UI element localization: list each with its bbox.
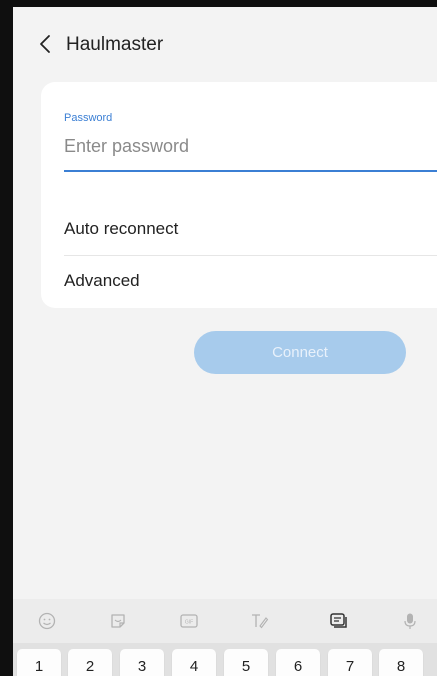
password-underline <box>64 170 437 172</box>
key-2[interactable]: 2 <box>68 649 112 676</box>
auto-reconnect-label: Auto reconnect <box>64 219 179 238</box>
chevron-left-icon <box>40 35 50 53</box>
screen: Haulmaster Password Auto reconnect Advan… <box>13 7 437 676</box>
password-input[interactable] <box>64 130 437 162</box>
connect-button[interactable]: Connect <box>194 331 406 374</box>
keyboard-toolbar: GIF <box>13 599 437 643</box>
svg-text:GIF: GIF <box>185 620 193 626</box>
auto-reconnect-row[interactable]: Auto reconnect <box>64 204 437 254</box>
keyboard-number-row: 1 2 3 4 5 6 7 8 <box>13 643 437 676</box>
gif-icon[interactable]: GIF <box>175 607 203 635</box>
advanced-label: Advanced <box>64 271 140 290</box>
clipboard-icon[interactable] <box>324 607 352 635</box>
key-7[interactable]: 7 <box>328 649 372 676</box>
key-1[interactable]: 1 <box>17 649 61 676</box>
advanced-row[interactable]: Advanced <box>64 256 437 306</box>
sticker-icon[interactable] <box>104 607 132 635</box>
app-bar: Haulmaster <box>13 7 437 82</box>
key-3[interactable]: 3 <box>120 649 164 676</box>
page-title: Haulmaster <box>66 34 164 55</box>
mic-icon[interactable] <box>396 607 424 635</box>
key-8[interactable]: 8 <box>379 649 423 676</box>
password-label: Password <box>64 112 113 124</box>
back-button[interactable] <box>33 32 57 56</box>
key-5[interactable]: 5 <box>224 649 268 676</box>
key-6[interactable]: 6 <box>276 649 320 676</box>
key-4[interactable]: 4 <box>172 649 216 676</box>
wifi-settings-card: Password Auto reconnect Advanced <box>41 82 437 308</box>
emoji-icon[interactable] <box>33 607 61 635</box>
handwriting-icon[interactable] <box>245 607 273 635</box>
